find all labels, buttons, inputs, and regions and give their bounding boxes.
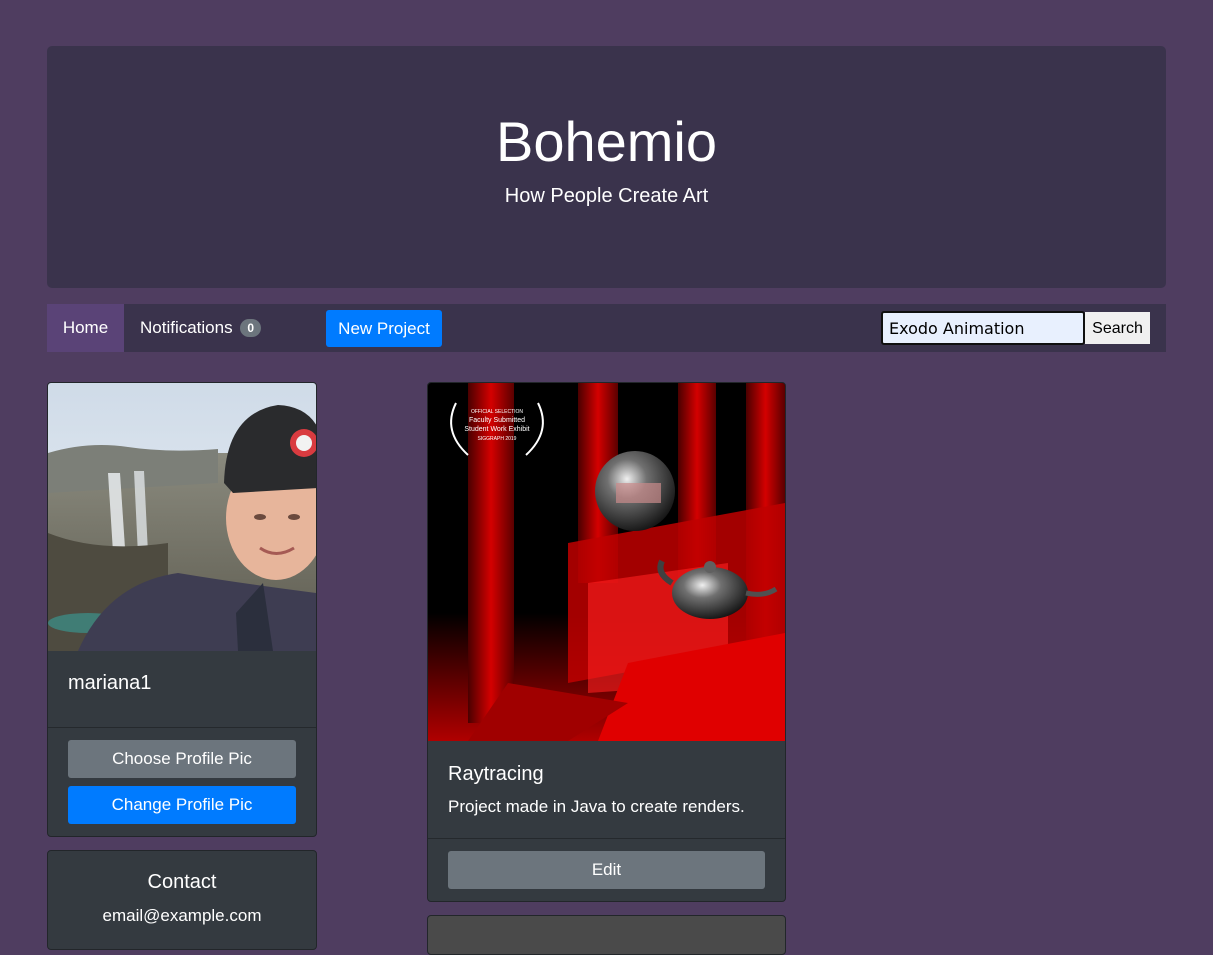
profile-username: mariana1 bbox=[68, 672, 152, 694]
nav-notifications-link[interactable]: Notifications 0 bbox=[140, 304, 262, 352]
change-profile-pic-button[interactable]: Change Profile Pic bbox=[68, 786, 296, 824]
navbar: Home Notifications 0 New Project Search bbox=[47, 304, 1166, 352]
profile-card: mariana1 Choose Profile Pic Change Profi… bbox=[47, 382, 317, 837]
project-thumbnail[interactable]: OFFICIAL SELECTION Faculty Submitted Stude… bbox=[428, 383, 785, 741]
project-card-partial bbox=[427, 915, 786, 955]
profile-photo bbox=[48, 383, 316, 651]
laurel-text: OFFICIAL SELECTION bbox=[471, 409, 523, 415]
contact-card: Contact email@example.com bbox=[47, 850, 317, 950]
nav-home-link[interactable]: Home bbox=[47, 304, 124, 352]
card-divider bbox=[428, 838, 785, 839]
jumbotron-header: Bohemio How People Create Art bbox=[47, 46, 1166, 288]
search-input[interactable] bbox=[881, 311, 1085, 345]
card-divider bbox=[48, 727, 316, 728]
new-project-button[interactable]: New Project bbox=[326, 310, 442, 347]
contact-email: email@example.com bbox=[102, 906, 262, 925]
site-subtitle: How People Create Art bbox=[504, 185, 709, 207]
project-title: Raytracing bbox=[448, 763, 544, 785]
notifications-count-badge: 0 bbox=[240, 319, 262, 337]
laurel-text: Faculty Submitted bbox=[469, 417, 525, 424]
contact-title: Contact bbox=[147, 871, 217, 893]
project-card: OFFICIAL SELECTION Faculty Submitted Stude… bbox=[427, 382, 786, 902]
project-description: Project made in Java to create renders. bbox=[448, 797, 745, 816]
search-button[interactable]: Search bbox=[1085, 312, 1150, 344]
choose-profile-pic-button[interactable]: Choose Profile Pic bbox=[68, 740, 296, 778]
laurel-text: Student Work Exhibit bbox=[464, 426, 529, 433]
edit-project-button[interactable]: Edit bbox=[448, 851, 765, 889]
laurel-text: SIGGRAPH 2019 bbox=[478, 436, 517, 442]
site-title: Bohemio bbox=[495, 110, 718, 173]
nav-notifications-label: Notifications bbox=[140, 318, 233, 337]
